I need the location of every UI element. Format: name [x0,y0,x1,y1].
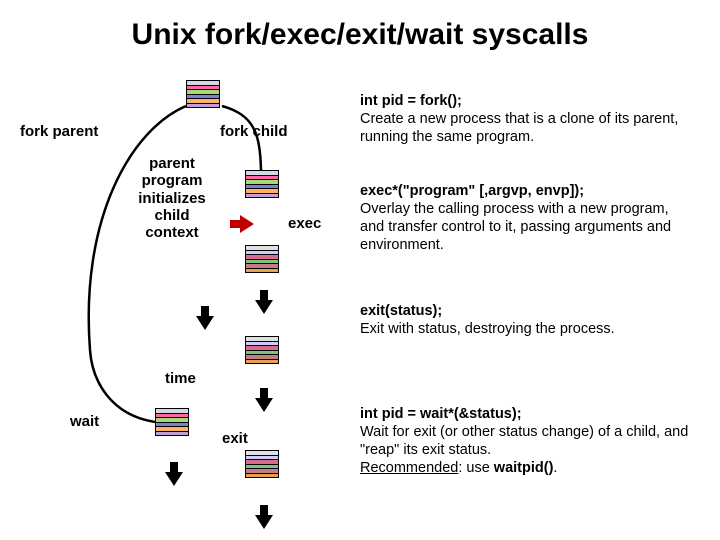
exec-description: exec*("program" [,argvp, envp]); Overlay… [360,182,695,255]
process-parent-wait-icon [155,408,189,436]
wait-description: int pid = wait*(&status); Wait for exit … [360,405,695,478]
wait-sig: int pid = wait*(&status); [360,406,522,422]
exec-label: exec [288,215,321,232]
exit-description: exit(status); Exit with status, destroyi… [360,302,695,338]
exit-text: Exit with status, destroying the process… [360,321,615,337]
exec-text: Overlay the calling process with a new p… [360,201,671,253]
wait-reco-fn: waitpid() [494,460,554,476]
wait-reco-mid: : use [458,460,493,476]
wait-reco-pre: Recommended [360,460,458,476]
fork-sig: int pid = fork(); [360,93,462,109]
arrow-down-1-icon [196,316,214,330]
fork-child-label: fork child [220,123,288,140]
process-running-icon [245,336,279,364]
arrow-down-5-icon [255,515,273,529]
fork-text: Create a new process that is a clone of … [360,111,678,145]
process-exit-icon [245,450,279,478]
arrow-down-4-icon [165,472,183,486]
arrow-down-2-icon [255,300,273,314]
wait-text-a: Wait for exit (or other status change) o… [360,424,688,458]
wait-label: wait [70,413,99,430]
time-label: time [165,370,196,387]
process-child-icon [245,170,279,198]
process-exec-icon [245,245,279,273]
page-title: Unix fork/exec/exit/wait syscalls [0,18,720,52]
fork-description: int pid = fork(); Create a new process t… [360,92,695,146]
process-origin-icon [186,80,220,108]
wait-reco-post: . [553,460,557,476]
exec-sig: exec*("program" [,argvp, envp]); [360,183,584,199]
exit-sig: exit(status); [360,303,442,319]
parent-init-label: parent program initializes child context [122,155,222,241]
exit-label: exit [222,430,248,447]
arrow-exec-icon [240,215,254,233]
fork-parent-label: fork parent [20,123,98,140]
arrow-down-3-icon [255,398,273,412]
